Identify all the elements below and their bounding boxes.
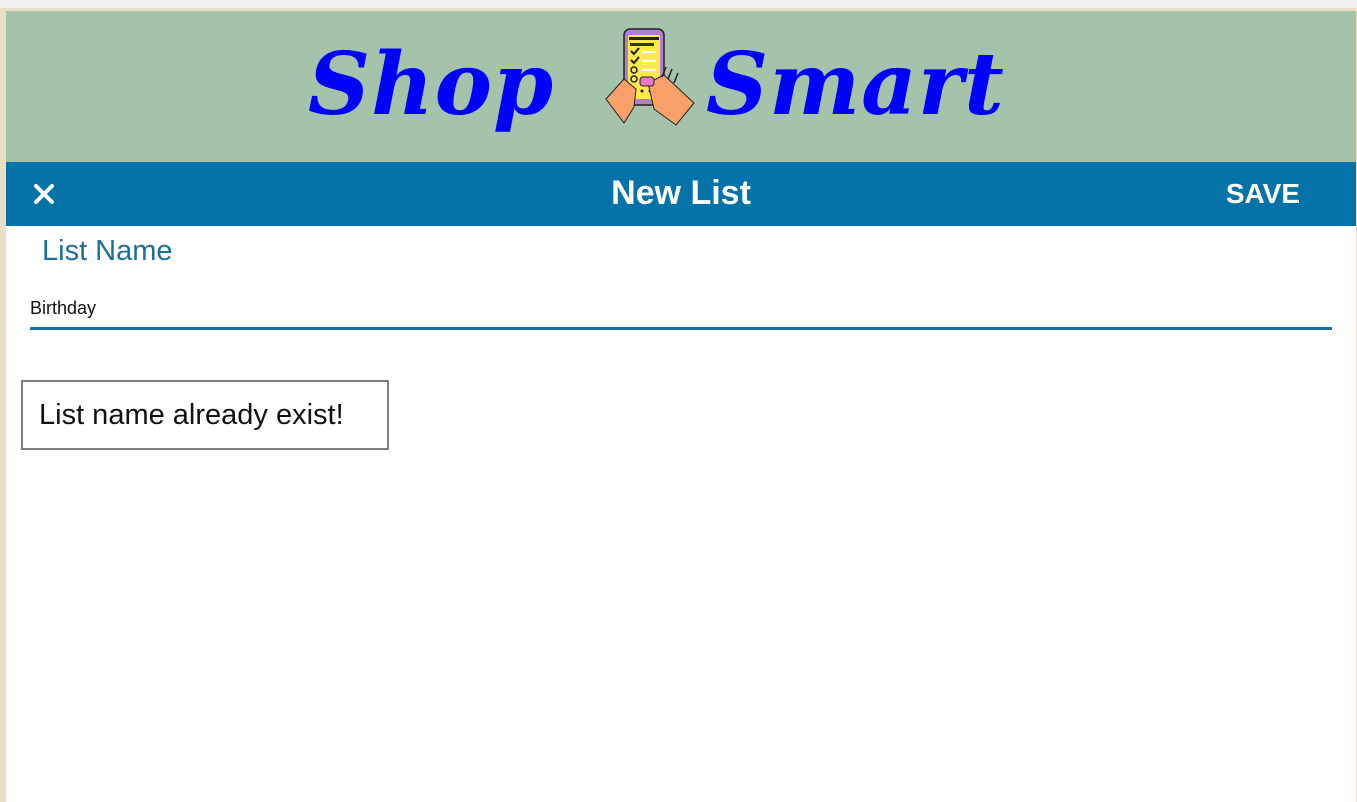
list-name-input[interactable] — [30, 289, 1332, 330]
shop-smart-logo: Shop Smart — [304, 25, 1064, 155]
header-banner: Shop Smart — [6, 11, 1356, 162]
close-button[interactable] — [26, 176, 62, 212]
logo-word-shop: Shop — [308, 34, 555, 135]
error-message-text: List name already exist! — [39, 399, 344, 431]
close-icon — [34, 184, 54, 204]
list-name-label: List Name — [42, 235, 173, 267]
browser-top-strip — [0, 0, 1357, 8]
error-message-box: List name already exist! — [21, 380, 389, 450]
save-button[interactable]: SAVE — [1220, 174, 1306, 214]
page-title: New List — [611, 174, 751, 212]
phone-shopping-list-icon — [605, 28, 695, 126]
logo-word-smart: Smart — [706, 34, 1005, 135]
toolbar: New List SAVE — [6, 162, 1356, 226]
app-window: Shop Smart New List SAVE List Name Birth… — [6, 11, 1356, 802]
